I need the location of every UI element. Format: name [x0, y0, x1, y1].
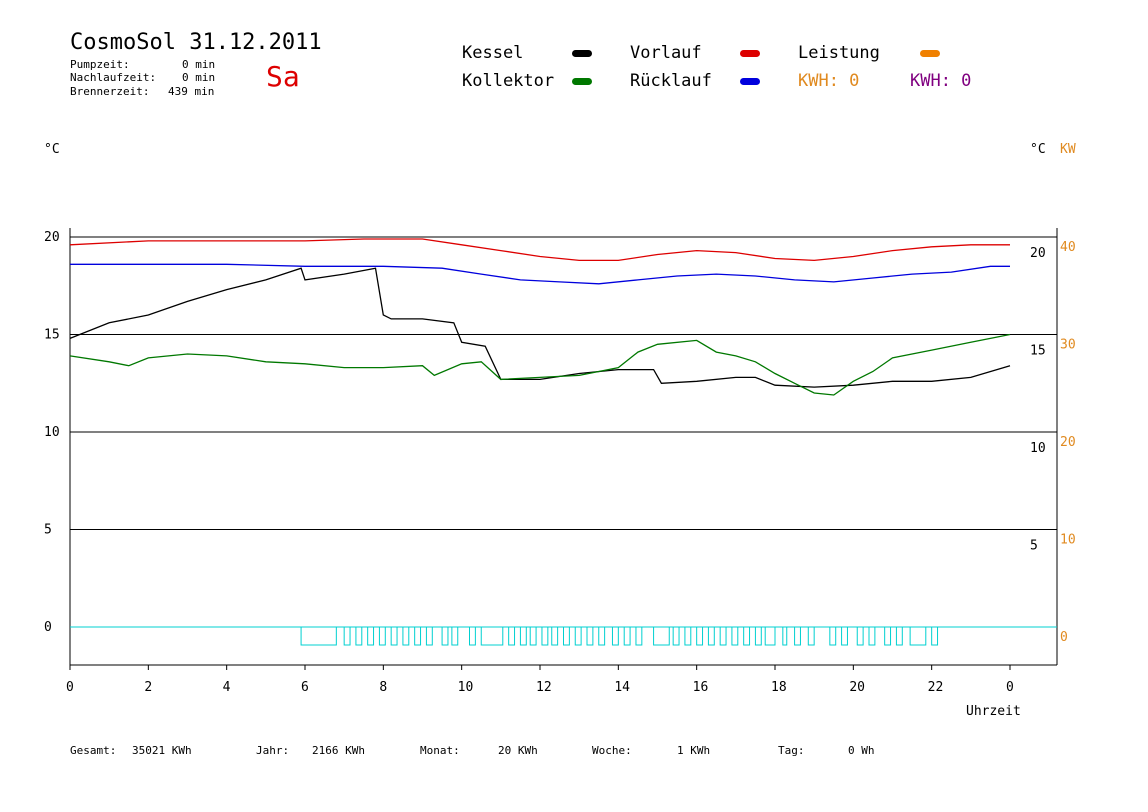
pump-pulse — [731, 626, 739, 646]
pump-pulse — [635, 626, 643, 646]
pump-pulse — [707, 626, 715, 646]
footer-jahr-label: Jahr: — [256, 744, 290, 757]
pump-pulse — [378, 626, 386, 646]
temperature-chart: 20 15 10 5 0 20 15 10 5 40 30 20 10 0 0 2 4 6 8 10 12 14 16 18 2… — [44, 228, 1076, 719]
series-line-rcklauf — [70, 263, 1010, 285]
pump-pulse — [598, 626, 606, 646]
pump-pulse — [719, 626, 727, 646]
pump-pulse — [868, 626, 876, 646]
pump-pulse — [841, 626, 848, 646]
pump-pulse — [508, 626, 516, 646]
footer-tag-label: Tag: — [778, 744, 805, 757]
pump-pulse — [794, 626, 801, 646]
pump-pulse — [519, 626, 527, 646]
x-tick-label: 20 — [849, 680, 865, 695]
pump-pulse — [807, 626, 815, 646]
y-right-tick-label: 20 — [1030, 246, 1046, 261]
series-line-kollektor — [69, 333, 1011, 396]
x-tick-label: 0 — [66, 680, 74, 695]
pump-pulse — [743, 626, 751, 646]
footer-gesamt-value: 35021 KWh — [132, 744, 192, 757]
pump-pulse — [355, 626, 363, 646]
pump-pulse — [425, 626, 433, 646]
pump-pulse — [390, 626, 398, 646]
x-tick-label: 2 — [144, 680, 152, 695]
pump-pulse — [672, 626, 680, 646]
series-line-kessel — [69, 267, 1011, 388]
pump-pulse — [856, 626, 864, 646]
footer-monat-value: 20 KWh — [498, 744, 538, 757]
pump-pulse — [611, 626, 619, 646]
pump-pulse — [884, 626, 892, 646]
pump-pulse — [563, 626, 570, 646]
pump-pulse — [931, 626, 939, 646]
y-right-tick-label: 15 — [1030, 344, 1046, 359]
y-kw-tick-label: 0 — [1060, 630, 1068, 645]
pump-pulse — [895, 626, 903, 646]
pump-pulse — [586, 626, 594, 646]
y-left-tick-label: 15 — [44, 328, 60, 343]
footer-gesamt-label: Gesamt: — [70, 744, 117, 757]
pump-pulse — [829, 626, 837, 646]
y-kw-tick-label: 20 — [1060, 435, 1076, 450]
footer-monat-label: Monat: — [420, 744, 460, 757]
pump-pulse — [300, 626, 337, 646]
x-tick-label: 10 — [458, 680, 474, 695]
y-left-tick-label: 20 — [44, 230, 60, 245]
x-tick-label: 6 — [301, 680, 309, 695]
footer-woche-label: Woche: — [592, 744, 632, 757]
x-tick-label: 16 — [693, 680, 709, 695]
footer-woche-value: 1 KWh — [677, 744, 711, 757]
x-tick-label: 8 — [379, 680, 387, 695]
pump-pulse — [754, 626, 762, 646]
pump-pulse — [469, 626, 476, 646]
pump-pulse — [574, 626, 582, 646]
y-left-tick-label: 10 — [44, 425, 60, 440]
footer-jahr-value: 2166 KWh — [312, 744, 365, 757]
y-right-tick-label: 5 — [1030, 539, 1038, 554]
pump-pulse — [343, 626, 351, 646]
pump-pulse — [623, 626, 631, 646]
pump-pulse — [653, 626, 670, 646]
pump-pulse — [414, 626, 422, 646]
y-kw-tick-label: 10 — [1060, 533, 1076, 548]
pump-pulse — [480, 626, 504, 646]
pump-pulse — [541, 626, 549, 646]
y-left-tick-label: 0 — [44, 620, 52, 635]
y-kw-tick-label: 40 — [1060, 240, 1076, 255]
y-left-tick-label: 5 — [44, 523, 52, 538]
y-kw-tick-label: 30 — [1060, 338, 1076, 353]
x-tick-label: 12 — [536, 680, 552, 695]
pump-pulse — [696, 626, 704, 646]
series-line-vorlauf — [69, 238, 1010, 262]
pump-pulse — [909, 626, 927, 646]
y-right-tick-label: 10 — [1030, 441, 1046, 456]
pump-pulse — [551, 626, 559, 646]
x-tick-label: 18 — [771, 680, 787, 695]
pump-pulse — [402, 626, 410, 646]
x-tick-label: 0 — [1006, 680, 1014, 695]
pump-pulse — [782, 626, 788, 646]
pump-pulse — [451, 626, 459, 646]
pump-pulse — [684, 626, 692, 646]
x-tick-label: 22 — [928, 680, 944, 695]
pump-pulse — [441, 626, 449, 646]
pump-pulse — [529, 626, 537, 646]
pump-pulse — [367, 626, 375, 646]
pump-pulse — [764, 626, 776, 646]
footer-tag-value: 0 Wh — [848, 744, 875, 757]
x-tick-label: 14 — [614, 680, 630, 695]
x-axis-label: Uhrzeit — [966, 704, 1021, 719]
x-tick-label: 4 — [223, 680, 231, 695]
